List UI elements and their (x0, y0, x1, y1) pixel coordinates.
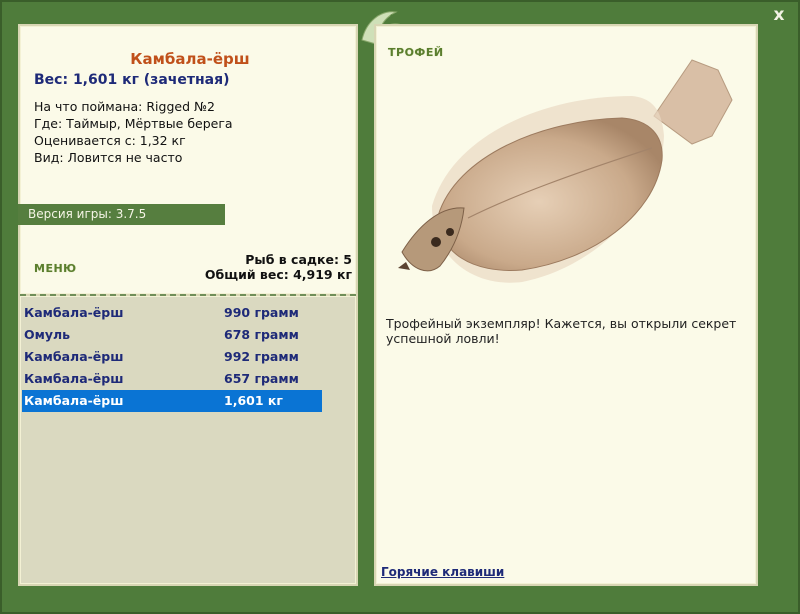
close-icon: x (773, 5, 785, 25)
detail-bait: На что поймана: Rigged №2 (34, 99, 215, 114)
catch-row[interactable]: Камбала-ёрш 657 грамм (22, 368, 322, 390)
catch-row[interactable]: Камбала-ёрш 1,601 кг (22, 390, 322, 412)
catch-weight: 678 грамм (224, 327, 299, 342)
catch-row[interactable]: Омуль 678 грамм (22, 324, 322, 346)
catch-name: Камбала-ёрш (24, 371, 124, 386)
catch-row[interactable]: Камбала-ёрш 990 грамм (22, 302, 322, 324)
catch-weight: 992 грамм (224, 349, 299, 364)
trophy-text: Трофейный экземпляр! Кажется, вы открыли… (386, 316, 737, 346)
catch-weight: 990 грамм (224, 305, 299, 320)
close-button[interactable]: x (768, 4, 790, 26)
menu-label: МЕНЮ (34, 262, 77, 275)
keep-total-weight: Общий вес: 4,919 кг (204, 267, 352, 282)
catch-name: Камбала-ёрш (24, 349, 124, 364)
version-bar: Версия игры: 3.7.5 (18, 204, 225, 225)
detail-location: Где: Таймыр, Мёртвые берега (34, 116, 233, 131)
fish-title: Камбала-ёрш (130, 50, 250, 68)
catch-row[interactable]: Камбала-ёрш 992 грамм (22, 346, 322, 368)
detail-rated-from: Оценивается с: 1,32 кг (34, 133, 186, 148)
detail-kind: Вид: Ловится не часто (34, 150, 183, 165)
catch-name: Камбала-ёрш (24, 393, 124, 408)
divider (20, 294, 356, 296)
catch-weight: 1,601 кг (224, 393, 283, 408)
catch-weight: 657 грамм (224, 371, 299, 386)
fish-details: На что поймана: Rigged №2 Где: Таймыр, М… (34, 98, 233, 166)
hotkeys-link[interactable]: Горячие клавиши (381, 565, 504, 579)
keep-stats: Рыб в садке: 5 Общий вес: 4,919 кг (205, 252, 352, 282)
catch-list: Камбала-ёрш 990 грамм Омуль 678 грамм Ка… (22, 302, 322, 412)
fish-weight: Вес: 1,601 кг (зачетная) (34, 72, 230, 88)
catch-name: Омуль (24, 327, 71, 342)
flounder-image (398, 59, 733, 283)
keep-count: Рыб в садке: 5 (245, 252, 352, 267)
catch-name: Камбала-ёрш (24, 305, 124, 320)
